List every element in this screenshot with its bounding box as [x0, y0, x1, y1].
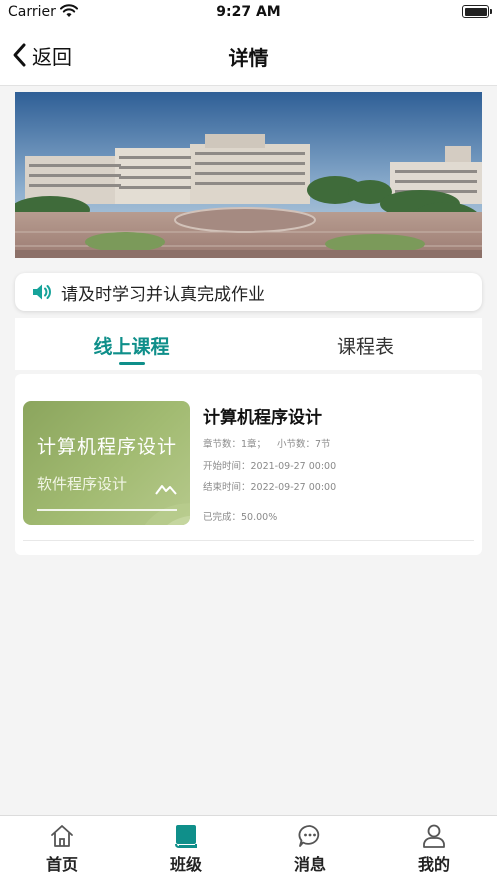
navigation-bar: 返回 详情 — [0, 26, 497, 86]
bottom-tab-class[interactable]: 班级 — [124, 816, 248, 883]
course-thumbnail[interactable]: 计算机程序设计 软件程序设计 — [23, 401, 190, 525]
chapter-count: 章节数：1章； — [203, 439, 267, 450]
bottom-tab-home[interactable]: 首页 — [0, 816, 124, 883]
status-time: 9:27 AM — [216, 4, 281, 20]
course-title[interactable]: 计算机程序设计 — [203, 403, 322, 428]
bottom-tab-messages[interactable]: 消息 — [248, 816, 372, 883]
bottom-tab-label: 我的 — [417, 855, 450, 874]
campus-banner-image — [15, 92, 482, 258]
tab-online-courses[interactable]: 线上课程 — [15, 318, 248, 370]
status-bar: Carrier 9:27 AM — [0, 0, 497, 26]
thumbnail-subtitle: 软件程序设计 — [37, 475, 128, 493]
bottom-tab-label: 班级 — [169, 855, 202, 874]
bottom-tab-profile[interactable]: 我的 — [372, 816, 496, 883]
bottom-tab-label: 首页 — [45, 855, 78, 874]
end-time: 结束时间：2022-09-27 00:00 — [203, 482, 337, 493]
user-icon — [423, 824, 445, 848]
tab-schedule[interactable]: 课程表 — [249, 318, 482, 370]
tab-label: 课程表 — [336, 336, 394, 358]
notice-text: 请及时学习并认真完成作业 — [61, 284, 265, 305]
course-list: 计算机程序设计 软件程序设计 计算机程序设计 章节数：1章； 小节数：7节 开始… — [15, 374, 482, 555]
completion-status: 已完成：50.00% — [203, 512, 278, 523]
bottom-tab-label: 消息 — [293, 855, 326, 874]
mountain-icon — [155, 485, 177, 495]
thumbnail-underline — [37, 509, 177, 511]
home-icon — [51, 825, 73, 847]
bottom-tab-bar: 首页 班级 消息 我的 — [0, 815, 497, 883]
speaker-icon — [33, 284, 51, 300]
notice-banner: 请及时学习并认真完成作业 — [15, 273, 482, 311]
page-title: 详情 — [228, 46, 269, 70]
start-time: 开始时间：2021-09-27 00:00 — [203, 461, 337, 472]
section-count: 小节数：7节 — [277, 439, 331, 450]
thumbnail-title: 计算机程序设计 — [37, 436, 178, 458]
tab-label: 线上课程 — [93, 336, 170, 358]
course-tabs: 线上课程 课程表 — [15, 318, 482, 370]
battery-icon — [462, 5, 492, 18]
divider — [23, 540, 474, 541]
book-icon — [175, 825, 197, 848]
message-icon — [298, 825, 320, 847]
